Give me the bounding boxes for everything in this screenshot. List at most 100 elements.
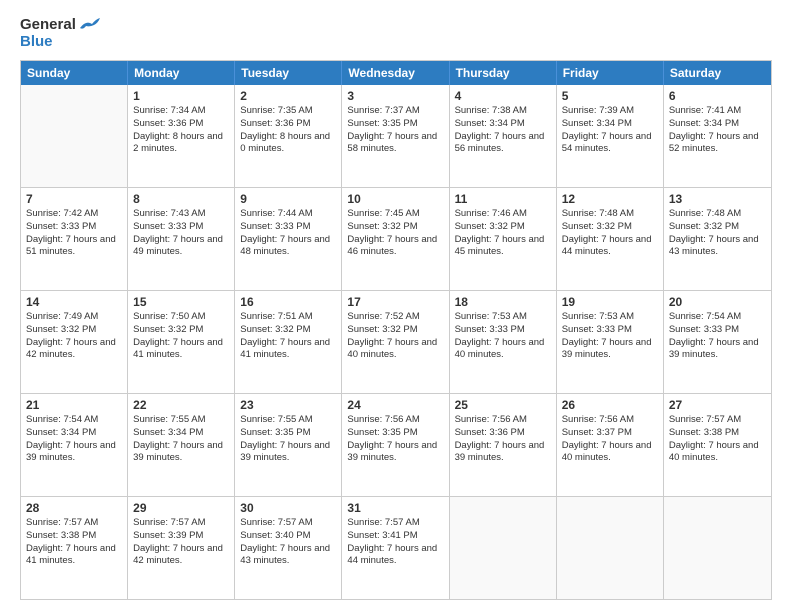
calendar-cell: 25 Sunrise: 7:56 AMSunset: 3:36 PMDaylig… (450, 394, 557, 496)
calendar-cell: 30 Sunrise: 7:57 AMSunset: 3:40 PMDaylig… (235, 497, 342, 599)
day-info: Sunrise: 7:57 AMSunset: 3:39 PMDaylight:… (133, 517, 223, 566)
day-info: Sunrise: 7:48 AMSunset: 3:32 PMDaylight:… (562, 208, 652, 257)
day-info: Sunrise: 7:50 AMSunset: 3:32 PMDaylight:… (133, 311, 223, 360)
calendar-row-2: 14 Sunrise: 7:49 AMSunset: 3:32 PMDaylig… (21, 290, 771, 393)
day-info: Sunrise: 7:38 AMSunset: 3:34 PMDaylight:… (455, 105, 545, 154)
day-number: 27 (669, 398, 766, 412)
calendar-body: 1 Sunrise: 7:34 AMSunset: 3:36 PMDayligh… (21, 85, 771, 599)
page: General Blue SundayMondayTuesdayWednesda… (0, 0, 792, 612)
day-number: 9 (240, 192, 336, 206)
header-day-thursday: Thursday (450, 61, 557, 85)
day-number: 22 (133, 398, 229, 412)
calendar: SundayMondayTuesdayWednesdayThursdayFrid… (20, 60, 772, 600)
day-info: Sunrise: 7:57 AMSunset: 3:41 PMDaylight:… (347, 517, 437, 566)
day-info: Sunrise: 7:56 AMSunset: 3:36 PMDaylight:… (455, 414, 545, 463)
day-info: Sunrise: 7:56 AMSunset: 3:35 PMDaylight:… (347, 414, 437, 463)
day-number: 20 (669, 295, 766, 309)
calendar-cell: 11 Sunrise: 7:46 AMSunset: 3:32 PMDaylig… (450, 188, 557, 290)
calendar-cell: 8 Sunrise: 7:43 AMSunset: 3:33 PMDayligh… (128, 188, 235, 290)
calendar-cell: 28 Sunrise: 7:57 AMSunset: 3:38 PMDaylig… (21, 497, 128, 599)
calendar-cell: 18 Sunrise: 7:53 AMSunset: 3:33 PMDaylig… (450, 291, 557, 393)
logo-container: General Blue (20, 16, 100, 50)
day-info: Sunrise: 7:53 AMSunset: 3:33 PMDaylight:… (562, 311, 652, 360)
calendar-cell: 19 Sunrise: 7:53 AMSunset: 3:33 PMDaylig… (557, 291, 664, 393)
day-number: 7 (26, 192, 122, 206)
logo-general: General (20, 16, 76, 33)
calendar-cell: 13 Sunrise: 7:48 AMSunset: 3:32 PMDaylig… (664, 188, 771, 290)
day-info: Sunrise: 7:51 AMSunset: 3:32 PMDaylight:… (240, 311, 330, 360)
day-info: Sunrise: 7:55 AMSunset: 3:34 PMDaylight:… (133, 414, 223, 463)
calendar-cell: 29 Sunrise: 7:57 AMSunset: 3:39 PMDaylig… (128, 497, 235, 599)
day-number: 6 (669, 89, 766, 103)
day-info: Sunrise: 7:37 AMSunset: 3:35 PMDaylight:… (347, 105, 437, 154)
day-info: Sunrise: 7:54 AMSunset: 3:34 PMDaylight:… (26, 414, 116, 463)
day-number: 25 (455, 398, 551, 412)
day-info: Sunrise: 7:46 AMSunset: 3:32 PMDaylight:… (455, 208, 545, 257)
day-info: Sunrise: 7:54 AMSunset: 3:33 PMDaylight:… (669, 311, 759, 360)
day-info: Sunrise: 7:55 AMSunset: 3:35 PMDaylight:… (240, 414, 330, 463)
calendar-row-0: 1 Sunrise: 7:34 AMSunset: 3:36 PMDayligh… (21, 85, 771, 187)
day-info: Sunrise: 7:42 AMSunset: 3:33 PMDaylight:… (26, 208, 116, 257)
day-number: 3 (347, 89, 443, 103)
calendar-cell: 7 Sunrise: 7:42 AMSunset: 3:33 PMDayligh… (21, 188, 128, 290)
day-number: 26 (562, 398, 658, 412)
day-number: 11 (455, 192, 551, 206)
day-number: 14 (26, 295, 122, 309)
calendar-row-1: 7 Sunrise: 7:42 AMSunset: 3:33 PMDayligh… (21, 187, 771, 290)
calendar-cell (21, 85, 128, 187)
header-day-friday: Friday (557, 61, 664, 85)
calendar-cell: 5 Sunrise: 7:39 AMSunset: 3:34 PMDayligh… (557, 85, 664, 187)
day-number: 13 (669, 192, 766, 206)
day-number: 8 (133, 192, 229, 206)
day-info: Sunrise: 7:41 AMSunset: 3:34 PMDaylight:… (669, 105, 759, 154)
day-info: Sunrise: 7:56 AMSunset: 3:37 PMDaylight:… (562, 414, 652, 463)
day-number: 31 (347, 501, 443, 515)
header-day-monday: Monday (128, 61, 235, 85)
logo-bird-icon (78, 18, 100, 32)
day-number: 21 (26, 398, 122, 412)
calendar-cell: 2 Sunrise: 7:35 AMSunset: 3:36 PMDayligh… (235, 85, 342, 187)
day-info: Sunrise: 7:45 AMSunset: 3:32 PMDaylight:… (347, 208, 437, 257)
calendar-cell: 9 Sunrise: 7:44 AMSunset: 3:33 PMDayligh… (235, 188, 342, 290)
day-number: 30 (240, 501, 336, 515)
day-info: Sunrise: 7:39 AMSunset: 3:34 PMDaylight:… (562, 105, 652, 154)
calendar-cell (664, 497, 771, 599)
calendar-row-3: 21 Sunrise: 7:54 AMSunset: 3:34 PMDaylig… (21, 393, 771, 496)
calendar-cell: 12 Sunrise: 7:48 AMSunset: 3:32 PMDaylig… (557, 188, 664, 290)
day-info: Sunrise: 7:48 AMSunset: 3:32 PMDaylight:… (669, 208, 759, 257)
day-info: Sunrise: 7:53 AMSunset: 3:33 PMDaylight:… (455, 311, 545, 360)
logo: General Blue (20, 16, 100, 50)
day-number: 16 (240, 295, 336, 309)
calendar-cell (450, 497, 557, 599)
calendar-cell: 1 Sunrise: 7:34 AMSunset: 3:36 PMDayligh… (128, 85, 235, 187)
calendar-cell (557, 497, 664, 599)
day-number: 5 (562, 89, 658, 103)
day-number: 10 (347, 192, 443, 206)
day-info: Sunrise: 7:57 AMSunset: 3:40 PMDaylight:… (240, 517, 330, 566)
day-info: Sunrise: 7:34 AMSunset: 3:36 PMDaylight:… (133, 105, 223, 154)
day-number: 17 (347, 295, 443, 309)
day-number: 29 (133, 501, 229, 515)
calendar-cell: 24 Sunrise: 7:56 AMSunset: 3:35 PMDaylig… (342, 394, 449, 496)
header-day-wednesday: Wednesday (342, 61, 449, 85)
day-info: Sunrise: 7:35 AMSunset: 3:36 PMDaylight:… (240, 105, 330, 154)
day-info: Sunrise: 7:44 AMSunset: 3:33 PMDaylight:… (240, 208, 330, 257)
day-number: 4 (455, 89, 551, 103)
day-number: 28 (26, 501, 122, 515)
calendar-cell: 15 Sunrise: 7:50 AMSunset: 3:32 PMDaylig… (128, 291, 235, 393)
logo-blue: Blue (20, 33, 53, 50)
day-number: 1 (133, 89, 229, 103)
calendar-header: SundayMondayTuesdayWednesdayThursdayFrid… (21, 61, 771, 85)
calendar-cell: 26 Sunrise: 7:56 AMSunset: 3:37 PMDaylig… (557, 394, 664, 496)
calendar-cell: 10 Sunrise: 7:45 AMSunset: 3:32 PMDaylig… (342, 188, 449, 290)
day-info: Sunrise: 7:52 AMSunset: 3:32 PMDaylight:… (347, 311, 437, 360)
day-info: Sunrise: 7:43 AMSunset: 3:33 PMDaylight:… (133, 208, 223, 257)
calendar-cell: 27 Sunrise: 7:57 AMSunset: 3:38 PMDaylig… (664, 394, 771, 496)
header-day-tuesday: Tuesday (235, 61, 342, 85)
header: General Blue (20, 16, 772, 50)
calendar-cell: 4 Sunrise: 7:38 AMSunset: 3:34 PMDayligh… (450, 85, 557, 187)
day-info: Sunrise: 7:57 AMSunset: 3:38 PMDaylight:… (26, 517, 116, 566)
calendar-cell: 23 Sunrise: 7:55 AMSunset: 3:35 PMDaylig… (235, 394, 342, 496)
calendar-cell: 22 Sunrise: 7:55 AMSunset: 3:34 PMDaylig… (128, 394, 235, 496)
calendar-cell: 20 Sunrise: 7:54 AMSunset: 3:33 PMDaylig… (664, 291, 771, 393)
